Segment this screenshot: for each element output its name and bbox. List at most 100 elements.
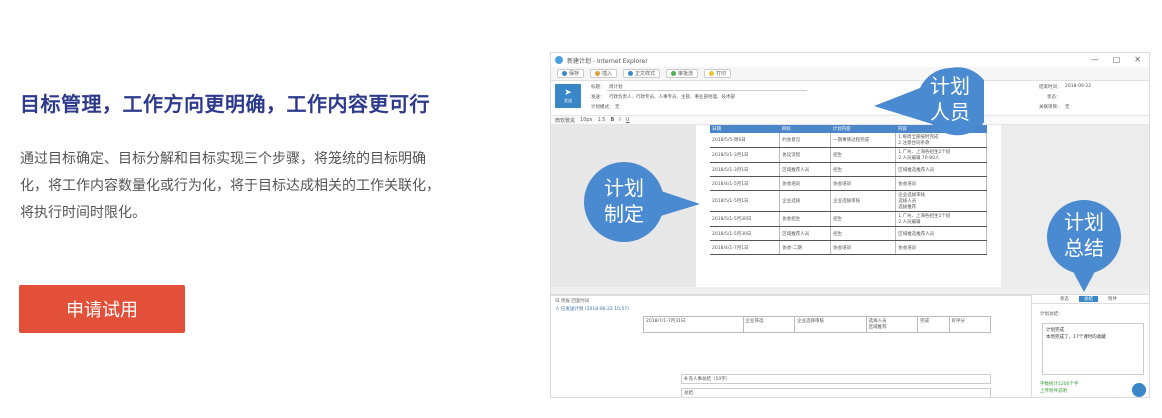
send-button[interactable]: ➤ 发送 (555, 84, 581, 108)
summary-input[interactable]: 补充人事总结（50字） (681, 374, 991, 384)
plan-table-cell: 企业选拔审核 (830, 190, 897, 212)
plan-table-cell: 协议流程 (779, 147, 832, 163)
bold-icon[interactable]: B (610, 117, 614, 123)
plan-table-cell: 协会培训 (779, 176, 832, 191)
browser-icon (555, 56, 563, 64)
side-panel: 状态 总结 附件 计划总结： 计划完成 本周完成了，17个课时的收藏 字数统计1… (1031, 295, 1149, 397)
plan-table-cell: 招生 (830, 147, 897, 163)
summary-section: 日 周报 回复时间 人 已发送计划 (2018-06-22 10:57) 201… (551, 295, 1031, 397)
plan-table-cell: 1.广州、上海各招生2个班 2.人员编辑 70-80人 (895, 147, 987, 163)
editor-document[interactable]: 日期 目标 计划内容 内容 2018/5/5-周6日 约会意见 一期事情过程完成 1.… (696, 125, 1001, 287)
page-headline: 目标管理，工作方向更明确，工作内容更可行 (20, 92, 430, 116)
col-date: 日期 (710, 125, 780, 133)
plan-table-cell: 招生 (830, 211, 897, 227)
summary-cell: 企业选择审核 (794, 316, 867, 333)
minimize-icon[interactable]: — (1091, 55, 1099, 64)
window-title: 新建计划 - Internet Explorer (567, 57, 648, 65)
summary-textarea[interactable]: 计划完成 本周完成了，17个课时的收藏 (1042, 323, 1144, 375)
close-icon[interactable]: ✕ (1134, 55, 1141, 64)
underline-icon[interactable]: U (626, 117, 630, 123)
plan-type-label: 计划模式： (591, 105, 614, 110)
recipients-label: 发送： (591, 95, 605, 100)
title-label: 标题： (591, 85, 605, 90)
toolbar-approval-button[interactable]: 审批流 (666, 69, 699, 78)
word-count-text: 字数统计1200个字 上传附件说明 (1040, 382, 1079, 394)
plan-table-cell: 协会招生 (779, 211, 832, 227)
plan-table-cell: 区域推荐人员 (779, 226, 832, 241)
app-toolbar: 保存 插入 正文样式 审批流 打印 (551, 67, 1149, 81)
plan-table-cell: 2018/4/1-7月1日 (710, 240, 781, 255)
related-value[interactable]: 无 (1065, 104, 1070, 110)
plan-table-row: 2018/5/1-5月1日 企业选拔 企业选拔审核 企业选拔审核 选拔人员 选拔推荐 (710, 190, 987, 212)
plan-type-value[interactable]: 无 (615, 104, 620, 110)
maximize-icon[interactable]: □ (1113, 55, 1121, 64)
plan-table-cell: 1.广州、上海各招生2个班 2.人员编辑 (895, 211, 987, 227)
size-select[interactable]: 10px (580, 117, 593, 123)
toolbar-insert-button[interactable]: 插入 (590, 69, 618, 78)
tab-attachments[interactable]: 附件 (1108, 296, 1117, 302)
summary-cell: 企业筛选 (742, 316, 796, 333)
toolbar-save-button[interactable]: 保存 (557, 69, 585, 78)
end-date-value[interactable]: 2018-06-22 (1065, 84, 1091, 89)
plan-table-cell: 区域推选推荐人员 (895, 162, 987, 177)
related-label: 关联项目： (1039, 105, 1062, 110)
toolbar-style-button[interactable]: 正文样式 (623, 69, 661, 78)
summary-cell: 2018/7/1-7月31日 (643, 316, 744, 333)
plan-table-cell: 协会-二期 (779, 240, 832, 255)
summary-header: 日 周报 回复时间 (555, 299, 590, 304)
tab-summary[interactable]: 总结 (1079, 296, 1098, 302)
summary-sub-header[interactable]: 人 已发送计划 (2018-06-22 10:57) (555, 306, 629, 312)
callout-plan-making: 计划 制定 (582, 160, 702, 244)
paper-plane-icon: ➤ (564, 87, 572, 98)
recipients-value[interactable]: 行政负责人、行政专员、人事专员、主管、事业部经理、技术部 (609, 94, 735, 100)
plan-table-cell: 约会意见 (779, 133, 832, 148)
plan-table-cell: 2018/5/1-3月1日 (710, 147, 781, 163)
summary-table: 2018/7/1-7月31日 企业筛选 企业选择审核 选择人员 区域推荐 完成 … (643, 316, 992, 333)
side-label: 计划总结： (1040, 312, 1063, 317)
plan-form: ➤ 发送 标题： 周计划 发送： 行政负责人、行政专员、人事专员、主管、事业部经… (551, 81, 1149, 115)
plan-table-cell: 企业选拔审核 选拔人员 选拔推荐 (895, 190, 987, 212)
tab-status[interactable]: 状态 (1060, 296, 1069, 302)
status-label: 状态： (1047, 95, 1061, 100)
end-date-label: 结束时间： (1039, 85, 1062, 90)
callout-plan-summary: 计划 总结 (1045, 198, 1123, 294)
plan-table-cell: 2018/5/1-5月1日 (710, 190, 781, 212)
plan-table-cell: 区域推荐人员 (779, 162, 832, 177)
line-height-select[interactable]: 1.5 (598, 117, 606, 123)
plan-table-row: 2018/4/1-7月1日 协会-二期 协会培训 协会培训 (710, 240, 987, 255)
summary-cell: 完成 (917, 316, 950, 333)
plan-table-row: 2018/5/1-3月1日 区域推荐人员 招生 区域推选推荐人员 (710, 162, 987, 177)
chat-icon[interactable] (1132, 383, 1146, 397)
plan-table-cell: 协会培训 (895, 240, 987, 255)
plan-table-cell: 2018/5/1-5月30日 (710, 211, 781, 227)
italic-icon[interactable]: I (619, 117, 620, 123)
summary-input-2[interactable]: 总结 (681, 388, 991, 397)
font-select[interactable]: 微软雅黑 (555, 117, 575, 124)
summary-row: 2018/7/1-7月31日 企业筛选 企业选择审核 选择人员 区域推荐 完成 … (643, 316, 992, 333)
plan-table-cell: 2018/5/1-3月1日 (710, 162, 781, 177)
plan-table-cell: 协会培训 (830, 240, 897, 255)
plan-table-row: 2018/4/1-5月1日 协会培训 协会培训 协会培训 (710, 176, 987, 191)
col-goal: 目标 (779, 125, 831, 133)
plan-table-cell: 2018/5/1-5月30日 (710, 226, 781, 241)
toolbar-print-button[interactable]: 打印 (704, 69, 732, 78)
summary-cell: 选择人员 区域推荐 (865, 316, 919, 333)
callout-plan-people: 计划 人员 (872, 66, 984, 136)
plan-table-cell: 招生 (830, 162, 897, 177)
plan-table-cell: 2018/5/5-周6日 (710, 133, 781, 148)
page-description: 通过目标确定、目标分解和目标实现三个步骤，将笼统的目标明确化，将工作内容数量化或… (20, 151, 440, 221)
title-field[interactable] (607, 84, 807, 91)
apply-trial-button[interactable]: 申请试用 (19, 285, 185, 333)
plan-table-cell: 协会培训 (830, 176, 897, 191)
plan-table-row: 2018/5/1-5月30日 区域推荐人员 招生 区域推选推荐人员 (710, 226, 987, 241)
format-toolbar: 微软雅黑 10px 1.5 B I U (551, 115, 1149, 125)
plan-table-row: 2018/5/1-3月1日 协议流程 招生 1.广州、上海各招生2个班 2.人员编辑 … (710, 147, 987, 163)
window-controls: — □ ✕ (1091, 55, 1141, 64)
plan-table-cell: 区域推选推荐人员 (895, 226, 987, 241)
plan-table-cell: 企业选拔 (779, 190, 832, 212)
plan-table-cell: 招生 (830, 226, 897, 241)
plan-table-cell: 2018/4/1-5月1日 (710, 176, 781, 191)
plan-table-cell: 协会培训 (895, 176, 987, 191)
summary-cell: 好评分 (948, 316, 992, 333)
window-titlebar: 新建计划 - Internet Explorer — □ ✕ (551, 53, 1149, 67)
